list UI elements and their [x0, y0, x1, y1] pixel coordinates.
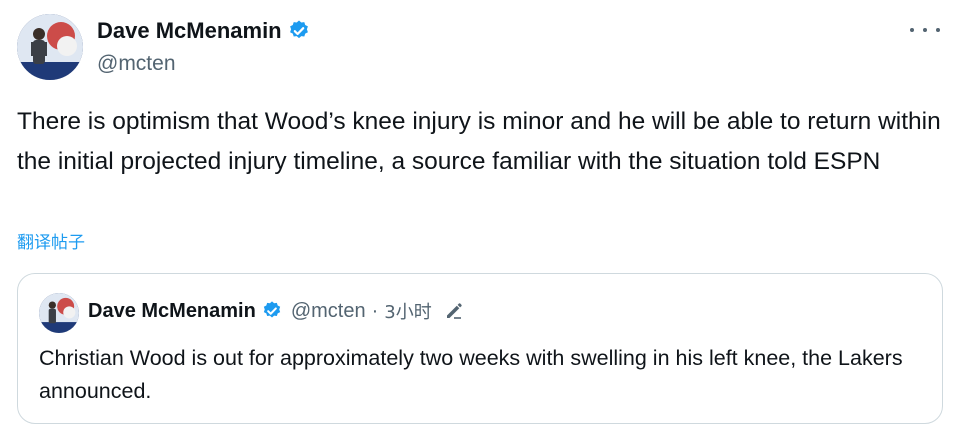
quoted-handle[interactable]: @mcten — [291, 300, 366, 323]
quoted-avatar[interactable] — [39, 293, 79, 333]
quoted-text: Christian Wood is out for approximately … — [39, 346, 903, 403]
quoted-display-name[interactable]: Dave McMenamin — [88, 300, 256, 323]
avatar[interactable] — [17, 14, 83, 80]
translate-link[interactable]: 翻译帖子 — [17, 228, 85, 253]
quoted-header: Dave McMenamin @mcten · 3小时 — [88, 298, 464, 324]
tweet-text: There is optimism that Wood’s knee injur… — [17, 108, 941, 175]
quoted-timestamp[interactable]: 3小时 — [384, 298, 431, 324]
author-name-row: Dave McMenamin — [97, 18, 311, 44]
display-name[interactable]: Dave McMenamin — [97, 18, 282, 44]
more-dots-icon[interactable] — [910, 20, 940, 40]
edited-pencil-icon[interactable] — [444, 301, 464, 321]
author-handle[interactable]: @mcten — [97, 52, 176, 76]
tweet-card: Dave McMenamin @mcten There is optimism … — [0, 0, 958, 428]
separator-dot: · — [371, 299, 379, 322]
verified-badge-icon — [287, 19, 311, 43]
quoted-tweet[interactable]: Dave McMenamin @mcten · 3小时 Christian Wo… — [17, 273, 943, 424]
verified-badge-icon — [261, 300, 283, 322]
